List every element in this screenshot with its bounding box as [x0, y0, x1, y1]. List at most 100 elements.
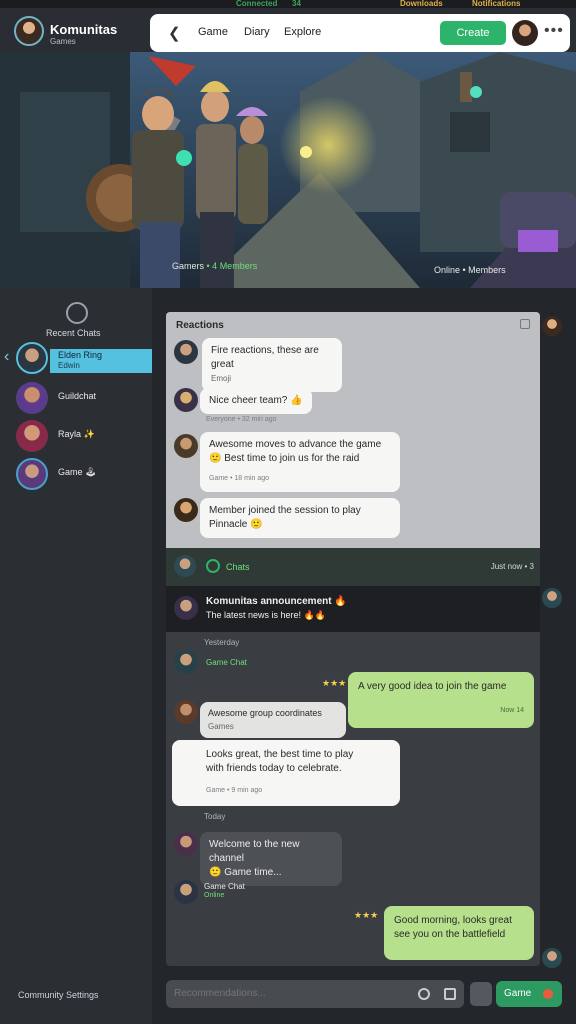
- send-button[interactable]: Game: [496, 981, 562, 1007]
- nav-link-explore[interactable]: Explore: [284, 26, 321, 38]
- hero-caption-members: • 4 Members: [206, 261, 258, 271]
- message-bubble: Looks great, the best time to play with …: [172, 740, 400, 806]
- pinned-announcement[interactable]: Komunitas announcement 🔥 The latest news…: [166, 586, 540, 632]
- nav-link-game[interactable]: Game: [198, 26, 228, 38]
- section-label: Chats: [226, 562, 250, 572]
- message-avatar: [174, 832, 198, 856]
- sender-name: Game Chat: [204, 882, 245, 891]
- message-text: Looks great, the best time to play: [206, 749, 354, 760]
- more-options-icon[interactable]: •••: [544, 22, 564, 40]
- sidebar-item-rayla[interactable]: Rayla ✨: [0, 418, 152, 452]
- message-meta: Now 14: [500, 707, 524, 714]
- message-bubble: Welcome to the new channel 🙂 Game time..…: [200, 832, 342, 886]
- sidebar-item-label: Game 🕹: [58, 467, 97, 477]
- avatar: [16, 458, 48, 490]
- sidebar-heading: Recent Chats: [46, 328, 101, 338]
- sidebar-item-elden-ring[interactable]: Elden Ring Edwin: [0, 340, 152, 374]
- sidebar-item-label: Elden Ring: [58, 350, 103, 360]
- day-separator: Today: [204, 812, 226, 821]
- avatar: [16, 342, 48, 374]
- sidebar-item-game[interactable]: Game 🕹: [0, 456, 152, 490]
- sidebar-item-label: Rayla ✨: [58, 429, 95, 439]
- message-avatar: [174, 434, 198, 458]
- hero-right-caption: Online • Members: [434, 265, 506, 275]
- status-strip: Connected 34 Downloads Notifications: [0, 0, 576, 8]
- participant-avatar[interactable]: [542, 316, 562, 336]
- message-avatar: [174, 340, 198, 364]
- message-avatar: [174, 388, 198, 412]
- section-meta: Just now • 3: [490, 562, 534, 571]
- community-settings-link[interactable]: Community Settings: [18, 990, 99, 1000]
- message-text-2: Pinnacle 🙂: [209, 519, 263, 530]
- create-group-button[interactable]: Create Group: [440, 21, 506, 63]
- record-icon: [543, 989, 553, 999]
- message-text-2: 🙂 Game time...: [209, 867, 282, 878]
- user-avatar[interactable]: [512, 20, 538, 46]
- attach-button[interactable]: [470, 982, 492, 1006]
- chat-bubble-icon: [206, 559, 220, 573]
- hero-illustration: [0, 52, 576, 288]
- message-bubble: Nice cheer team? 👍: [200, 388, 312, 414]
- message-bubble: Awesome group coordinates Games: [200, 702, 346, 738]
- message-text: Good morning, looks great: [394, 915, 512, 926]
- emoji-icon[interactable]: [418, 988, 430, 1000]
- message-input[interactable]: [174, 988, 374, 999]
- message-avatar: [174, 650, 198, 674]
- participant-avatar[interactable]: [542, 588, 562, 608]
- message-sub: Games: [208, 722, 234, 731]
- app-subtitle: Games: [50, 37, 76, 46]
- top-nav: ❮ Game Diary Explore Create Group •••: [150, 14, 570, 63]
- hero-caption-prefix: Gamers: [172, 261, 205, 271]
- sidebar-item-guildchat[interactable]: Guildchat: [0, 380, 152, 414]
- sidebar-item-sublabel: Edwin: [58, 361, 80, 370]
- status-downloads: Downloads: [400, 0, 443, 8]
- message-avatar: [174, 880, 198, 904]
- message-text: Awesome moves to advance the game: [209, 439, 382, 450]
- pinned-avatar: [174, 596, 198, 620]
- sidebar: Recent Chats ‹ Elden Ring Edwin Guildcha…: [0, 288, 152, 1024]
- image-icon[interactable]: [444, 988, 456, 1000]
- section-avatar: [174, 555, 196, 577]
- participant-avatar[interactable]: [542, 948, 562, 968]
- stars-icon: ★★★: [354, 910, 379, 920]
- sidebar-item-label: Guildchat: [58, 391, 97, 401]
- stars-icon: ★★★: [322, 678, 347, 688]
- own-message-bubble: Good morning, looks great see you on the…: [384, 906, 534, 960]
- message-avatar: [174, 498, 198, 522]
- message-bubble: Fire reactions, these are great Emoji: [202, 338, 342, 392]
- sender-status: Online: [204, 892, 225, 899]
- back-arrow-icon[interactable]: ❮: [168, 24, 181, 42]
- message-bubble: Awesome moves to advance the game 🙂 Best…: [200, 432, 400, 492]
- message-text-2: with friends today to celebrate.: [206, 763, 342, 774]
- own-message-bubble: A very good idea to join the game Now 14: [348, 672, 534, 728]
- message-text: Welcome to the new channel: [209, 839, 300, 864]
- pinned-title: Komunitas announcement 🔥: [206, 596, 347, 607]
- status-notifications: Notifications: [472, 0, 521, 8]
- message-sub: Emoji: [211, 374, 232, 383]
- message-text-2: 🙂 Best time to join us for the raid: [209, 453, 360, 464]
- hero-banner: Gamers • 4 Members Online • Members: [0, 52, 576, 288]
- pinned-subtitle: The latest news is here! 🔥🔥: [206, 610, 326, 620]
- message-meta: Everyone • 32 min ago: [206, 416, 277, 423]
- message-text: Fire reactions, these are great: [211, 345, 319, 370]
- avatar: [16, 420, 48, 452]
- status-count: 34: [292, 0, 301, 8]
- clock-icon[interactable]: [66, 302, 88, 324]
- message-text-2: see you on the battlefield: [394, 929, 506, 940]
- message-text: Awesome group coordinates: [208, 708, 322, 718]
- chat-upper-area: Reactions Fire reactions, these are grea…: [166, 312, 540, 548]
- sender-name: Game Chat: [206, 658, 247, 667]
- nav-link-diary[interactable]: Diary: [244, 26, 270, 38]
- chats-section-bar[interactable]: Chats Just now • 3: [166, 548, 540, 586]
- expand-icon[interactable]: [520, 319, 530, 329]
- app-logo-avatar[interactable]: [14, 16, 44, 46]
- avatar: [16, 382, 48, 414]
- app-root: Connected 34 Downloads Notifications Kom…: [0, 0, 576, 1024]
- app-header: Komunitas Games ❮ Game Diary Explore Cre…: [0, 8, 576, 63]
- hero-caption: Gamers • 4 Members: [172, 261, 257, 271]
- chat-panel: Reactions Fire reactions, these are grea…: [166, 312, 540, 966]
- message-bubble: Member joined the session to play Pinnac…: [200, 498, 400, 538]
- message-text: Member joined the session to play: [209, 505, 361, 516]
- app-title: Komunitas: [50, 22, 118, 37]
- chat-title: Reactions: [176, 320, 224, 331]
